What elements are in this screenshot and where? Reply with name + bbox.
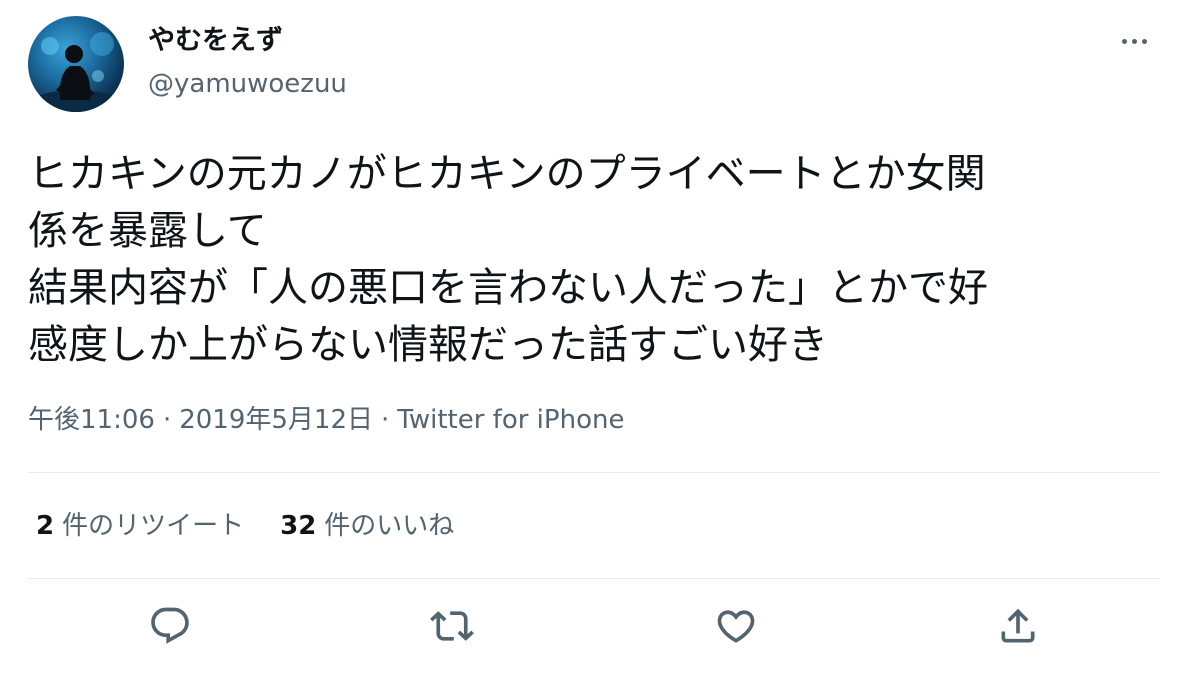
tweet-text-line: 結果内容が「人の悪口を言わない人だった」とかで好 [28,265,988,311]
tweet-metadata: 午後11:06 · 2019年5月12日 · Twitter for iPhone [28,402,624,438]
profile-photo-icon [30,32,122,112]
meta-separator: · [381,405,390,435]
reply-button[interactable] [146,602,194,650]
like-count: 32 [280,511,317,541]
share-button[interactable] [994,602,1042,650]
like-button[interactable] [712,602,760,650]
tweet-source[interactable]: Twitter for iPhone [397,405,624,435]
divider [28,578,1160,579]
more-options-icon[interactable] [1112,22,1156,58]
divider [28,472,1160,473]
meta-separator: · [162,405,172,435]
likes-stat[interactable]: 32 件のいいね [280,508,454,544]
tweet-time[interactable]: 午後11:06 [28,405,155,435]
user-handle[interactable]: @yamuwoezuu [148,68,347,100]
retweet-button[interactable] [428,602,476,650]
tweet-text: ヒカキンの元カノがヒカキンのプライベートとか女関 係を暴露して 結果内容が「人の… [28,146,1148,374]
retweets-stat[interactable]: 2 件のリツイート [36,508,244,544]
reply-icon [151,607,189,644]
retweet-count: 2 [36,511,55,541]
retweet-icon [430,611,474,641]
tweet-text-line: ヒカキンの元カノがヒカキンのプライベートとか女関 [28,151,986,197]
retweet-label: 件のリツイート [62,511,245,541]
tweet-text-line: 係を暴露して [28,208,267,254]
heart-icon [717,610,755,643]
share-icon [1001,608,1035,643]
like-label: 件のいいね [324,511,455,541]
display-name[interactable]: やむをえず [148,24,283,58]
engagement-stats: 2 件のリツイート 32 件のいいね [36,508,490,544]
tweet-card: やむをえず @yamuwoezuu ヒカキンの元カノがヒカキンのプライベートとか… [0,0,1194,674]
avatar[interactable] [28,16,124,112]
tweet-text-line: 感度しか上がらない情報だった話すごい好き [28,322,828,368]
tweet-date[interactable]: 2019年5月12日 [179,405,373,435]
